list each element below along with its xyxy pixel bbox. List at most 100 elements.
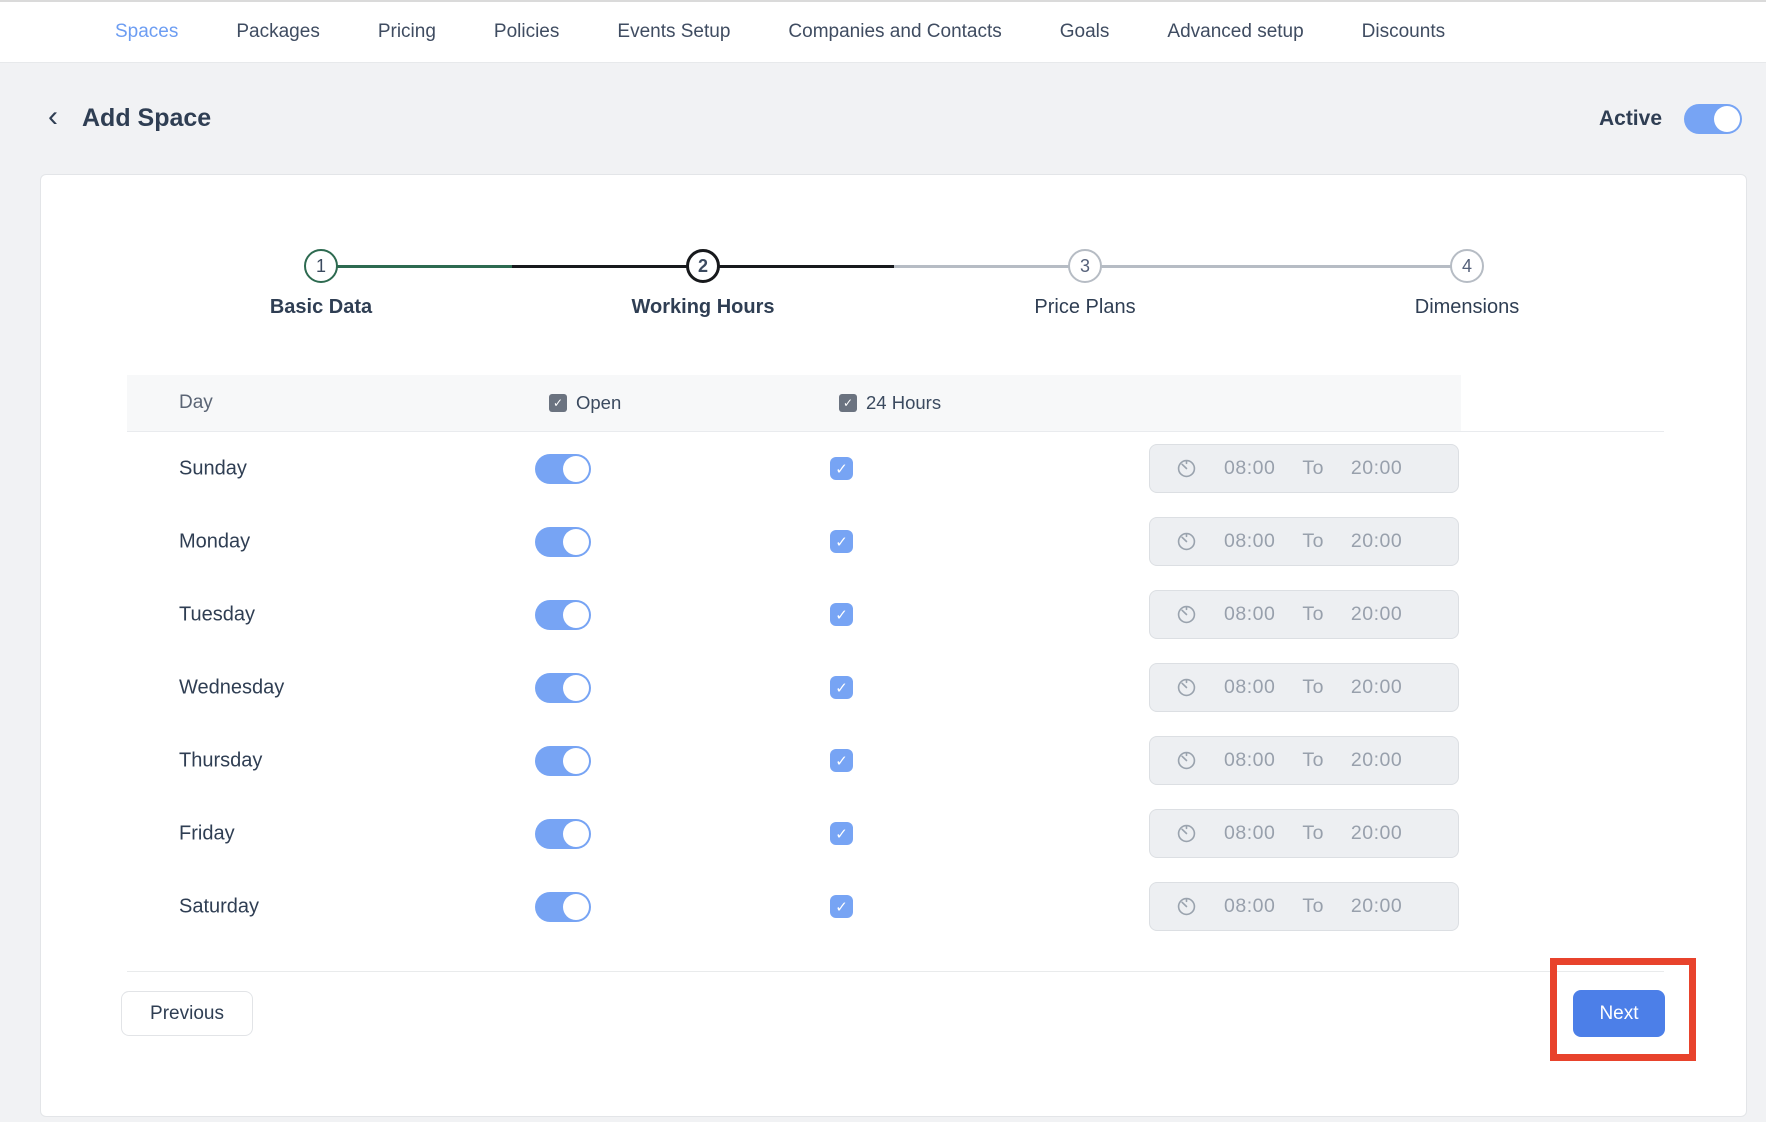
table-row-monday: Monday✓08:00To20:00 xyxy=(127,505,1664,578)
step-number: 2 xyxy=(686,249,720,283)
step-connector xyxy=(894,265,1070,268)
nav-item-advanced-setup[interactable]: Advanced setup xyxy=(1167,21,1303,43)
active-toggle[interactable] xyxy=(1684,104,1742,134)
next-button[interactable]: Next xyxy=(1573,990,1665,1037)
step-number: 4 xyxy=(1450,249,1484,283)
time-to-label: To xyxy=(1302,530,1324,553)
table-header-band xyxy=(127,375,1461,431)
hours24-checkbox[interactable]: ✓ xyxy=(830,603,853,626)
time-to: 20:00 xyxy=(1351,530,1402,553)
nav-item-events-setup[interactable]: Events Setup xyxy=(617,21,730,43)
open-toggle[interactable] xyxy=(535,819,591,849)
step-label: Dimensions xyxy=(1276,296,1658,319)
toggle-knob xyxy=(563,821,589,847)
footer-divider xyxy=(127,971,1664,972)
step-connector xyxy=(512,265,688,268)
hours24-checkbox[interactable]: ✓ xyxy=(830,530,853,553)
hours24-checkbox[interactable]: ✓ xyxy=(830,457,853,480)
open-toggle[interactable] xyxy=(535,746,591,776)
time-from: 08:00 xyxy=(1224,749,1275,772)
nav-item-goals[interactable]: Goals xyxy=(1060,21,1110,43)
column-open: ✓ Open xyxy=(549,392,621,414)
table-row-friday: Friday✓08:00To20:00 xyxy=(127,797,1664,870)
step-connector xyxy=(336,265,512,268)
toggle-knob xyxy=(563,529,589,555)
open-all-checkbox[interactable]: ✓ xyxy=(549,394,567,412)
step-dimensions[interactable]: 4 Dimensions xyxy=(1276,249,1658,319)
open-toggle[interactable] xyxy=(535,892,591,922)
open-toggle[interactable] xyxy=(535,600,591,630)
title-right-group: Active xyxy=(1599,104,1742,134)
clock-icon xyxy=(1176,677,1197,698)
day-label: Saturday xyxy=(179,895,259,918)
hours24-checkbox[interactable]: ✓ xyxy=(830,676,853,699)
time-from: 08:00 xyxy=(1224,895,1275,918)
nav-item-policies[interactable]: Policies xyxy=(494,21,559,43)
time-to-label: To xyxy=(1302,822,1324,845)
hours24-all-checkbox[interactable]: ✓ xyxy=(839,394,857,412)
nav-item-discounts[interactable]: Discounts xyxy=(1362,21,1445,43)
working-hours-table: Day ✓ Open ✓ 24 Hours Sunday ✓ 08:00 To 20:0… xyxy=(127,375,1664,943)
back-icon[interactable]: ‹ xyxy=(48,102,58,132)
step-number: 1 xyxy=(304,249,338,283)
open-toggle[interactable] xyxy=(535,673,591,703)
toggle-knob xyxy=(563,456,589,482)
clock-icon xyxy=(1176,896,1197,917)
clock-icon xyxy=(1176,823,1197,844)
column-day: Day xyxy=(127,392,213,414)
time-range-input[interactable]: 08:00 To 20:00 xyxy=(1149,590,1459,639)
step-working-hours[interactable]: 2Working Hours xyxy=(512,249,894,319)
time-range-input[interactable]: 08:00To20:00 xyxy=(1149,809,1459,858)
step-connector xyxy=(718,265,894,268)
toggle-knob xyxy=(1714,106,1740,132)
nav-item-spaces[interactable]: Spaces xyxy=(115,21,178,43)
time-to-label: To xyxy=(1302,603,1324,626)
time-to: 20:00 xyxy=(1351,603,1402,626)
step-number: 3 xyxy=(1068,249,1102,283)
step-price-plans[interactable]: 3Price Plans xyxy=(894,249,1276,319)
time-to-label: To xyxy=(1302,749,1324,772)
time-to-label: To xyxy=(1302,676,1324,699)
day-label: Thursday xyxy=(179,749,262,772)
column-24hours-label: 24 Hours xyxy=(866,392,941,414)
time-to: 20:00 xyxy=(1351,749,1402,772)
time-range-input[interactable]: 08:00 To 20:00 xyxy=(1149,882,1459,931)
hours24-checkbox[interactable]: ✓ xyxy=(830,822,853,845)
nav-item-pricing[interactable]: Pricing xyxy=(378,21,436,43)
hours24-checkbox[interactable]: ✓ xyxy=(830,895,853,918)
column-open-label: Open xyxy=(576,392,621,414)
time-range-input[interactable]: 08:00To20:00 xyxy=(1149,663,1459,712)
table-row-tuesday: Tuesday✓08:00To20:00 xyxy=(127,578,1664,651)
toggle-knob xyxy=(563,602,589,628)
day-label: Sunday xyxy=(179,457,247,480)
clock-icon xyxy=(1176,604,1197,625)
table-header-row: Day ✓ Open ✓ 24 Hours xyxy=(127,375,1664,432)
toggle-knob xyxy=(563,675,589,701)
table-row-wednesday: Wednesday ✓ 08:00To20:00 xyxy=(127,651,1664,724)
time-from: 08:00 xyxy=(1224,822,1275,845)
time-range-input[interactable]: 08:00To20:00 xyxy=(1149,517,1459,566)
step-connector xyxy=(1100,265,1276,268)
toggle-knob xyxy=(563,894,589,920)
open-toggle[interactable] xyxy=(535,527,591,557)
time-to-label: To xyxy=(1302,457,1324,480)
time-range-input[interactable]: 08:00 To 20:00 xyxy=(1149,736,1459,785)
step-connector xyxy=(1276,265,1452,268)
nav-item-companies-and-contacts[interactable]: Companies and Contacts xyxy=(788,21,1001,43)
open-toggle[interactable] xyxy=(535,454,591,484)
day-label: Wednesday xyxy=(179,676,284,699)
time-to: 20:00 xyxy=(1351,895,1402,918)
table-row-saturday: Saturday ✓ 08:00 To 20:00 xyxy=(127,870,1664,943)
title-left-group: ‹ Add Space xyxy=(48,104,211,134)
time-to: 20:00 xyxy=(1351,457,1402,480)
column-24hours: ✓ 24 Hours xyxy=(839,392,941,414)
time-to-label: To xyxy=(1302,895,1324,918)
add-space-card: 1Basic Data2Working Hours3Price Plans 4 Di… xyxy=(40,174,1747,1117)
step-basic-data[interactable]: 1Basic Data xyxy=(130,249,512,319)
time-from: 08:00 xyxy=(1224,457,1275,480)
hours24-checkbox[interactable]: ✓ xyxy=(830,749,853,772)
previous-button[interactable]: Previous xyxy=(121,991,253,1036)
time-range-input[interactable]: 08:00 To 20:00 xyxy=(1149,444,1459,493)
nav-item-packages[interactable]: Packages xyxy=(236,21,319,43)
time-from: 08:00 xyxy=(1224,603,1275,626)
